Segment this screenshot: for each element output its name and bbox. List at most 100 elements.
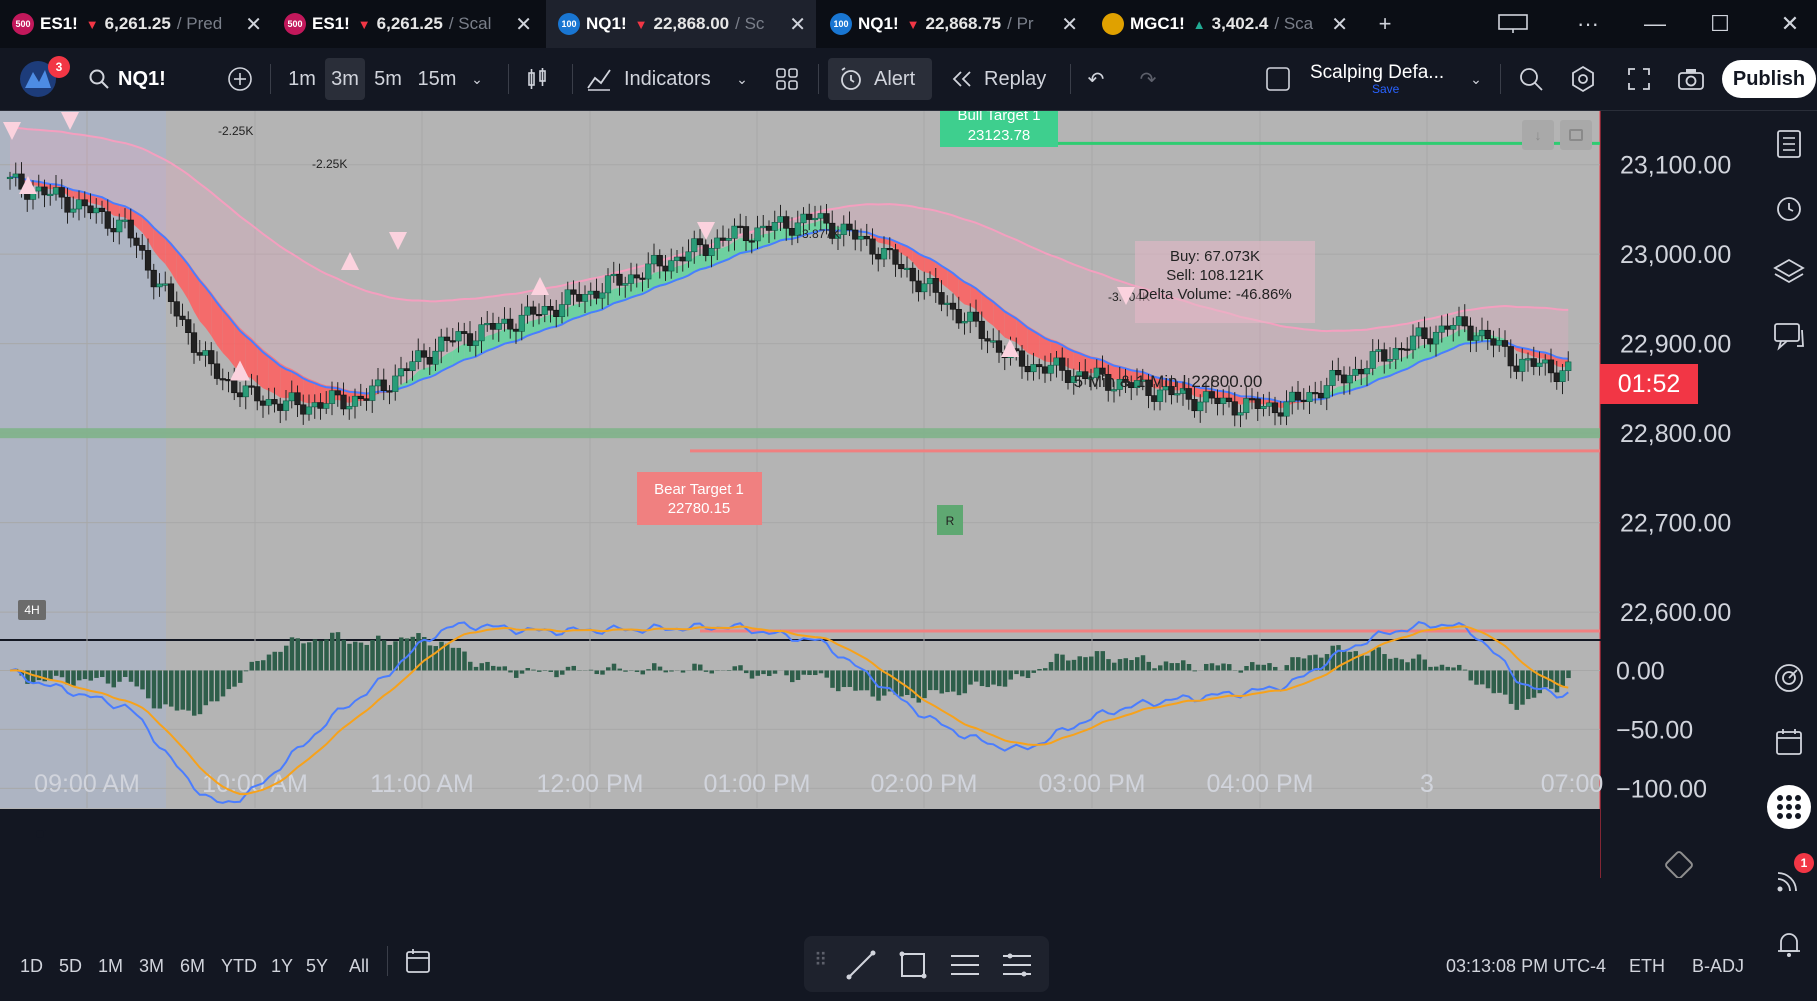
- session-toggle[interactable]: ETH: [1629, 956, 1665, 977]
- alerts-button[interactable]: [1770, 189, 1808, 227]
- layout-checkbox[interactable]: [1264, 58, 1292, 100]
- compare-symbol-button[interactable]: [224, 58, 256, 100]
- interval-15m[interactable]: 15m: [413, 58, 461, 100]
- layout-icon[interactable]: [1495, 0, 1531, 48]
- range-6m[interactable]: 6M: [180, 956, 205, 977]
- maximize-pane-button[interactable]: [1560, 120, 1592, 150]
- settings-button[interactable]: [1564, 58, 1602, 100]
- interval-1m[interactable]: 1m: [282, 58, 322, 100]
- undo-icon: ↶: [1087, 68, 1105, 91]
- layout-name-button[interactable]: Scalping Defa... Save: [1310, 58, 1450, 100]
- replay-button[interactable]: Replay: [950, 58, 1060, 100]
- close-tab-icon[interactable]: ✕: [1327, 12, 1348, 37]
- price-axis-label: 22,600.00: [1620, 599, 1731, 627]
- candle-body: [909, 267, 916, 282]
- minimize-button[interactable]: —: [1635, 0, 1675, 48]
- watchlist-button[interactable]: [1770, 125, 1808, 163]
- interval-dropdown[interactable]: ⌄: [466, 58, 488, 100]
- maximize-button[interactable]: ☐: [1700, 0, 1740, 48]
- range-5y[interactable]: 5Y: [306, 956, 328, 977]
- range-1d[interactable]: 1D: [20, 956, 43, 977]
- arrow-down-icon: ↓: [1534, 127, 1542, 143]
- interval-3m[interactable]: 3m: [325, 58, 365, 100]
- close-window-button[interactable]: ✕: [1770, 0, 1810, 48]
- alert-button[interactable]: Alert: [828, 58, 932, 100]
- candle-body: [133, 237, 140, 246]
- notifications-button[interactable]: [1770, 925, 1808, 963]
- adjustment-toggle[interactable]: B-ADJ: [1692, 956, 1744, 977]
- object-tree-button[interactable]: [1770, 253, 1808, 291]
- candle-body: [489, 323, 497, 330]
- time-axis-label: 3: [1420, 770, 1434, 798]
- range-1y[interactable]: 1Y: [271, 956, 293, 977]
- tab-3[interactable]: 100 NQ1! ▼ 22,868.75 / Pr ✕: [818, 0, 1088, 48]
- range-3m[interactable]: 3M: [139, 956, 164, 977]
- drag-handle-icon[interactable]: ⠿: [814, 950, 827, 971]
- time-axis-label: 12:00 PM: [536, 770, 643, 798]
- range-5d[interactable]: 5D: [59, 956, 82, 977]
- histogram-bar: [209, 670, 214, 702]
- tab-4[interactable]: MGC1! ▲ 3,402.4 / Sca ✕: [1090, 0, 1358, 48]
- quick-search-button[interactable]: [1512, 58, 1550, 100]
- clock-display[interactable]: 03:13:08 PM UTC-4: [1446, 956, 1606, 977]
- search-icon: [89, 69, 109, 89]
- chats-button[interactable]: [1770, 317, 1808, 355]
- layout-dropdown[interactable]: ⌄: [1464, 58, 1488, 100]
- trend-line-icon[interactable]: [844, 948, 878, 982]
- data-window-button[interactable]: [1770, 659, 1808, 697]
- rectangle-tool-icon[interactable]: [896, 948, 930, 982]
- tab-0[interactable]: 500 ES1! ▼ 6,261.25 / Pred ✕: [0, 0, 272, 48]
- chevron-down-icon: ⌄: [1470, 70, 1482, 87]
- more-options-icon[interactable]: ···: [1568, 0, 1608, 48]
- candle-body: [47, 193, 54, 196]
- fib-retracement-icon[interactable]: [948, 948, 982, 982]
- candle-body: [432, 350, 439, 365]
- close-tab-icon[interactable]: ✕: [1057, 12, 1078, 37]
- close-tab-icon[interactable]: ✕: [511, 12, 532, 37]
- range-all[interactable]: All: [349, 956, 369, 977]
- fullscreen-button[interactable]: [1620, 58, 1658, 100]
- histogram-bar: [519, 670, 525, 674]
- new-tab-button[interactable]: +: [1370, 0, 1400, 48]
- histogram-bar: [88, 670, 93, 681]
- price-axis-label: 23,000.00: [1620, 241, 1731, 269]
- tradingview-logo: [18, 827, 62, 855]
- candle-body: [1553, 372, 1560, 382]
- histogram-bar: [1186, 663, 1192, 671]
- redo-button[interactable]: ↷: [1132, 58, 1164, 100]
- histogram-bar: [1497, 670, 1502, 693]
- layouts-button[interactable]: [770, 58, 804, 100]
- close-tab-icon[interactable]: ✕: [241, 12, 262, 37]
- histogram-bar: [1106, 659, 1111, 671]
- parallel-channel-icon[interactable]: [1000, 948, 1034, 982]
- indicators-button[interactable]: Indicators: [586, 58, 726, 100]
- chart-area[interactable]: 23,100.00 23,000.00 22,900.00 22,800.00 22,7…: [0, 111, 1760, 878]
- tab-2[interactable]: 100 NQ1! ▼ 22,868.00 / Sc ✕: [546, 0, 816, 48]
- candle-body: [915, 280, 922, 293]
- range-1m[interactable]: 1M: [98, 956, 123, 977]
- tab-1[interactable]: 500 ES1! ▼ 6,261.25 / Scal ✕: [272, 0, 542, 48]
- histogram-bar: [71, 670, 76, 686]
- close-tab-icon[interactable]: ✕: [785, 12, 806, 37]
- screenshot-button[interactable]: [1672, 58, 1710, 100]
- indicators-dropdown[interactable]: ⌄: [730, 58, 754, 100]
- scroll-to-latest-button[interactable]: ↓: [1522, 120, 1554, 150]
- osc-axis-label: −100.00: [1616, 775, 1707, 803]
- calendar-button[interactable]: [1770, 723, 1808, 761]
- candle-body: [944, 302, 951, 305]
- range-ytd[interactable]: YTD: [221, 956, 257, 977]
- symbol-search[interactable]: NQ1!: [88, 58, 178, 100]
- undo-button[interactable]: ↶: [1080, 58, 1112, 100]
- products-button[interactable]: [1767, 785, 1811, 829]
- goto-date-button[interactable]: [404, 948, 434, 976]
- user-avatar[interactable]: 3: [16, 56, 70, 100]
- candle-body: [541, 306, 548, 315]
- interval-5m[interactable]: 5m: [368, 58, 408, 100]
- publish-button[interactable]: Publish: [1722, 60, 1816, 98]
- histogram-bar: [1048, 662, 1054, 671]
- chart-canvas[interactable]: 23,100.00 23,000.00 22,900.00 22,800.00 22,7…: [0, 111, 1760, 878]
- symbol-logo-icon: [1102, 13, 1124, 35]
- chart-type-button[interactable]: [520, 58, 554, 100]
- candle-body: [397, 368, 405, 377]
- news-stream-button[interactable]: 1: [1770, 853, 1814, 899]
